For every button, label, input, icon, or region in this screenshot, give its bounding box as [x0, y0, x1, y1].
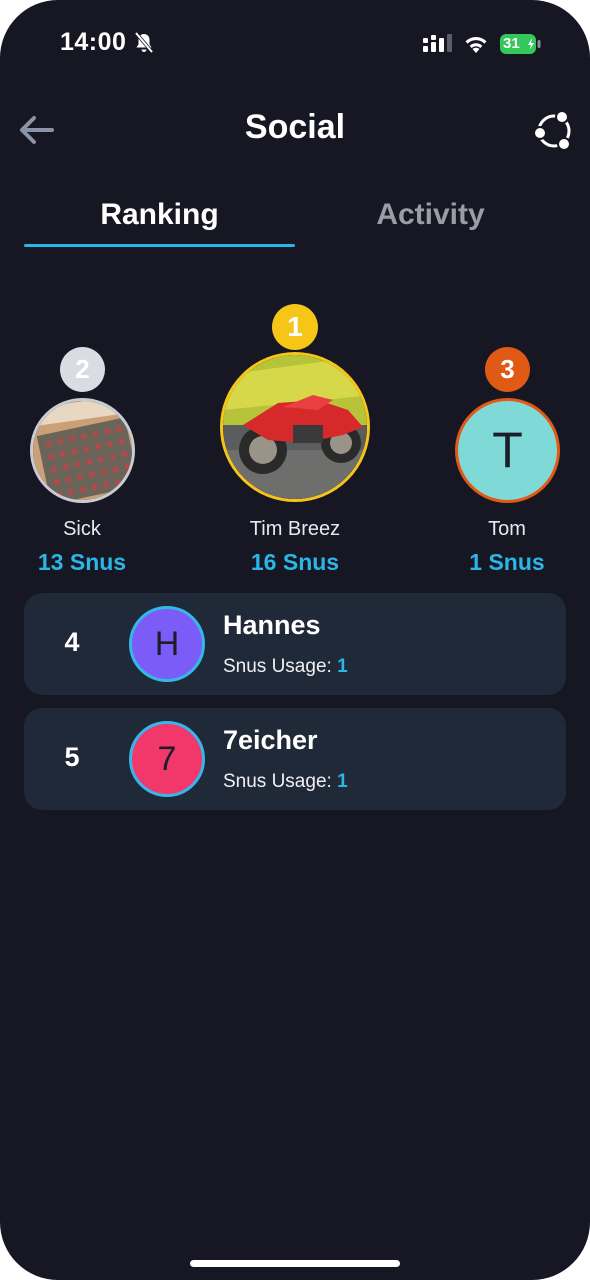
podium-score-third: 1 Snus [469, 549, 545, 575]
tab-activity[interactable]: Activity [295, 198, 566, 232]
row-usage: Snus Usage: 1 [223, 771, 348, 793]
rank-badge-third: 3 [485, 347, 530, 392]
row-name: 7eicher [223, 725, 318, 755]
usage-value: 1 [337, 771, 348, 792]
rank-badge-first: 1 [272, 304, 318, 350]
usage-label: Snus Usage: [223, 656, 338, 677]
row-usage: Snus Usage: 1 [223, 656, 348, 678]
podium-name-second: Sick [63, 518, 101, 540]
tab-ranking[interactable]: Ranking [24, 198, 295, 232]
avatar-initial: T [492, 422, 523, 478]
list-item[interactable]: 5 7 7eicher Snus Usage: 1 [24, 708, 566, 810]
page-title: Social [244, 108, 346, 146]
share-icon[interactable] [531, 108, 577, 154]
home-indicator[interactable] [190, 1260, 400, 1267]
row-name: Hannes [223, 610, 321, 640]
app-screen: 14:00 31 Social Ranking Activity 2 Sick … [0, 0, 590, 1280]
usage-value: 1 [337, 656, 348, 677]
row-rank: 4 [64, 627, 80, 657]
avatar: 7 [129, 721, 205, 797]
motorcycle-photo-image [223, 355, 367, 499]
row-rank: 5 [64, 742, 80, 772]
podium-name-first: Tim Breez [249, 518, 341, 540]
avatar-sick[interactable] [30, 398, 135, 503]
podium-name-third: Tom [488, 518, 526, 540]
avatar-photo-image [33, 401, 132, 500]
active-tab-indicator [24, 244, 295, 247]
list-item[interactable]: 4 H Hannes Snus Usage: 1 [24, 593, 566, 695]
avatar-tim-breez[interactable] [220, 352, 370, 502]
podium-score-first: 16 Snus [250, 549, 340, 575]
status-time: 14:00 [60, 28, 127, 56]
wifi-icon [465, 37, 487, 53]
avatar-tom[interactable]: T [455, 398, 560, 503]
avatar: H [129, 606, 205, 682]
battery-level: 31 [503, 35, 520, 52]
bell-muted-icon [134, 32, 154, 54]
usage-label: Snus Usage: [223, 771, 338, 792]
cellular-signal-icon [423, 34, 452, 52]
podium-score-second: 13 Snus [37, 549, 127, 575]
rank-badge-second: 2 [60, 347, 105, 392]
